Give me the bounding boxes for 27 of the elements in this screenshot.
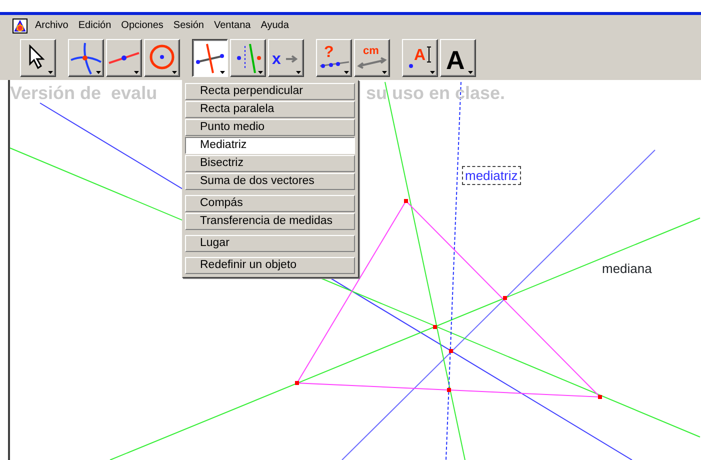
menu-item[interactable]: Transferencia de medidas (185, 213, 355, 230)
parallel-tool[interactable] (230, 39, 266, 77)
menu-item[interactable]: Bisectriz (185, 155, 355, 172)
menu-item[interactable]: Lugar (185, 235, 355, 252)
object-label: mediatriz (462, 166, 521, 185)
transform-tool[interactable]: x (268, 39, 304, 77)
menu-item[interactable]: Suma de dos vectores (185, 173, 355, 190)
menu-item[interactable]: Punto medio (185, 119, 355, 136)
segment-tool[interactable] (106, 39, 142, 77)
menu-item[interactable]: Redefinir un objeto (185, 257, 355, 274)
menu-item[interactable]: Edición (73, 18, 116, 33)
menu-item[interactable]: Recta paralela (185, 101, 355, 118)
circle-tool[interactable] (144, 39, 180, 77)
menu-item[interactable]: Mediatriz (185, 137, 355, 154)
menu-item[interactable]: Ventana (209, 18, 256, 33)
intersection-tool[interactable] (68, 39, 104, 77)
app-icon[interactable] (12, 18, 30, 34)
line-label: mediana (602, 262, 652, 275)
menu-item[interactable]: Opciones (116, 18, 168, 33)
perpendicular-tool[interactable] (192, 39, 228, 77)
menu-item[interactable]: Recta perpendicular (185, 83, 355, 100)
menu-item[interactable]: Archivo (30, 18, 74, 33)
menu-item[interactable]: Sesión (168, 18, 209, 33)
pointer-tool[interactable] (20, 39, 56, 77)
menu-item[interactable]: Ayuda (256, 18, 294, 33)
text-tool[interactable]: A (440, 39, 476, 77)
menu-item[interactable]: Compás (185, 195, 355, 212)
